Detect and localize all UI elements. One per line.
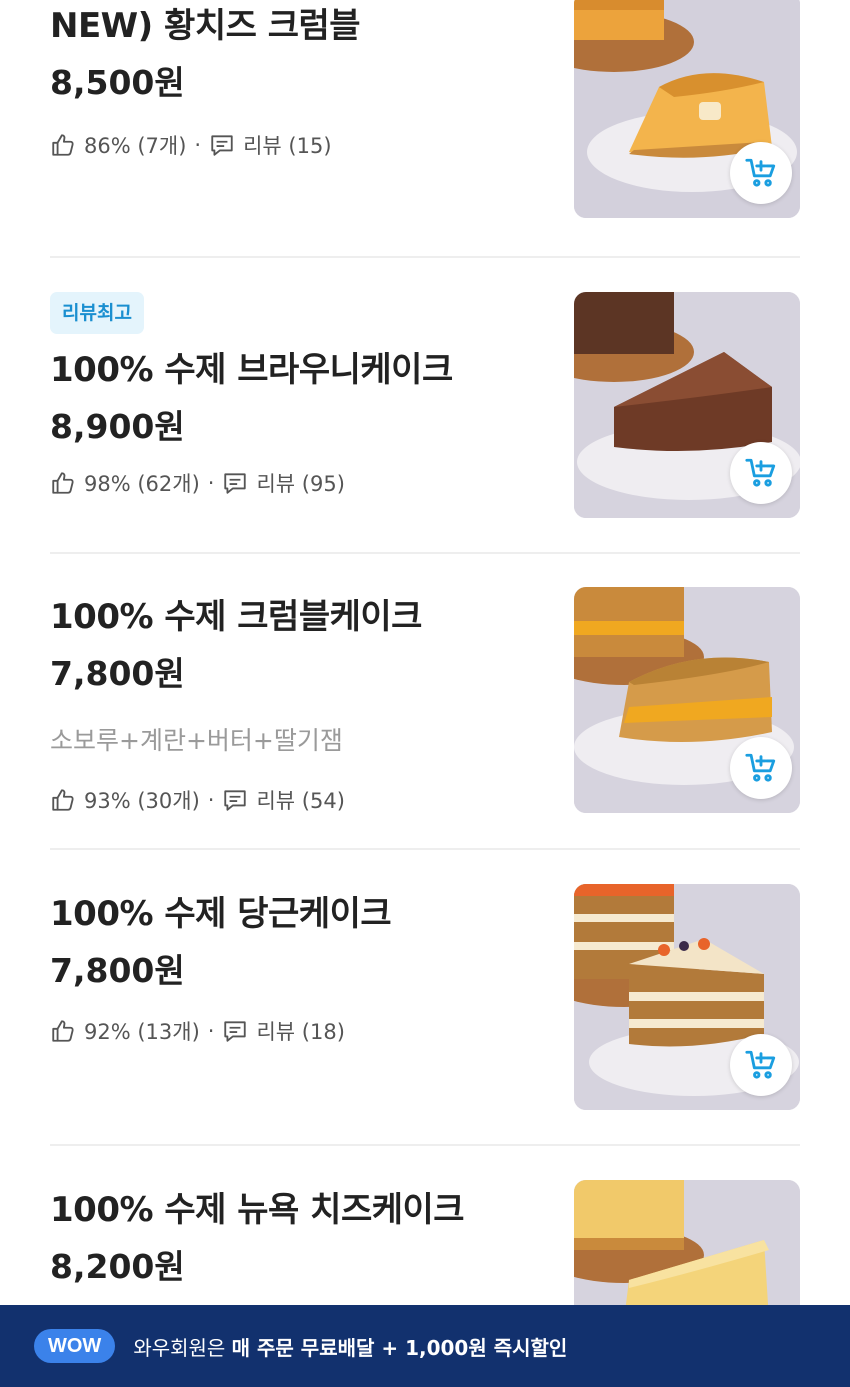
meta-separator: · xyxy=(207,471,215,495)
menu-item-hwang-cheese-crumble[interactable]: NEW) 황치즈 크럼블 8,500원 86% (7개) · 리뷰 (15) xyxy=(50,0,800,232)
like-rate: 86% (7개) xyxy=(84,134,187,158)
product-image[interactable] xyxy=(574,292,800,518)
review-count[interactable]: 리뷰 (54) xyxy=(256,785,344,815)
meta-separator: · xyxy=(207,788,215,812)
thumbs-up-icon xyxy=(52,789,74,811)
product-image[interactable] xyxy=(574,0,800,218)
product-image[interactable] xyxy=(574,884,800,1110)
wow-membership-banner[interactable]: WOW 와우회원은 매 주문 무료배달 + 1,000원 즉시할인 xyxy=(0,1305,850,1387)
item-divider xyxy=(50,848,800,850)
thumbs-up-icon xyxy=(52,1020,74,1042)
menu-item-name: 100% 수제 당근케이크 xyxy=(50,894,392,934)
item-divider xyxy=(50,1144,800,1146)
wow-text-prefix: 와우회원은 xyxy=(133,1335,232,1360)
like-rate: 92% (13개) xyxy=(84,1020,200,1044)
menu-item-meta: 98% (62개) · 리뷰 (95) xyxy=(50,466,345,500)
review-count[interactable]: 리뷰 (18) xyxy=(256,1016,344,1046)
wow-banner-text: 와우회원은 매 주문 무료배달 + 1,000원 즉시할인 xyxy=(133,1332,567,1361)
menu-item-price: 7,800원 xyxy=(50,951,185,990)
add-to-cart-button[interactable] xyxy=(730,142,792,204)
menu-item-price: 7,800원 xyxy=(50,654,185,693)
meta-separator: · xyxy=(194,133,202,157)
menu-item-name: NEW) 황치즈 크럼블 xyxy=(50,6,361,46)
cart-plus-icon xyxy=(745,458,776,487)
menu-item-crumble-cake[interactable]: 100% 수제 크럼블케이크 7,800원 소보루+계란+버터+딸기잼 93% … xyxy=(50,587,800,815)
comment-icon xyxy=(224,790,247,811)
menu-item-meta: 86% (7개) · 리뷰 (15) xyxy=(50,128,332,162)
best-review-badge: 리뷰최고 xyxy=(50,292,144,334)
comment-icon xyxy=(224,1021,247,1042)
thumbs-up-icon xyxy=(52,472,74,494)
cart-plus-icon xyxy=(745,753,776,782)
review-count[interactable]: 리뷰 (15) xyxy=(243,130,331,160)
comment-icon xyxy=(224,473,247,494)
wow-text-benefit: 매 주문 무료배달 + 1,000원 즉시할인 xyxy=(231,1335,568,1360)
thumbs-up-icon xyxy=(52,134,74,156)
menu-item-brownie-cake[interactable]: 리뷰최고 100% 수제 브라우니케이크 8,900원 98% (62개) · … xyxy=(50,292,800,520)
cart-plus-icon xyxy=(745,1050,776,1079)
add-to-cart-button[interactable] xyxy=(730,1034,792,1096)
review-count[interactable]: 리뷰 (95) xyxy=(256,468,344,498)
menu-item-price: 8,200원 xyxy=(50,1247,185,1286)
menu-item-name: 100% 수제 크럼블케이크 xyxy=(50,597,422,637)
menu-item-price: 8,500원 xyxy=(50,63,185,102)
item-divider xyxy=(50,552,800,554)
menu-item-description: 소보루+계란+버터+딸기잼 xyxy=(50,726,343,755)
menu-item-name: 100% 수제 뉴욕 치즈케이크 xyxy=(50,1190,465,1230)
meta-separator: · xyxy=(207,1019,215,1043)
like-rate: 98% (62개) xyxy=(84,472,200,496)
menu-item-name: 100% 수제 브라우니케이크 xyxy=(50,350,453,390)
product-image[interactable] xyxy=(574,1180,800,1305)
comment-icon xyxy=(211,135,233,156)
menu-item-meta: 93% (30개) · 리뷰 (54) xyxy=(50,783,345,817)
wow-badge: WOW xyxy=(34,1329,116,1363)
cake-photo xyxy=(574,1180,800,1305)
item-divider xyxy=(50,256,800,258)
menu-item-ny-cheesecake[interactable]: 100% 수제 뉴욕 치즈케이크 8,200원 xyxy=(50,1180,800,1305)
menu-item-price: 8,900원 xyxy=(50,407,185,446)
menu-item-meta: 92% (13개) · 리뷰 (18) xyxy=(50,1014,345,1048)
add-to-cart-button[interactable] xyxy=(730,442,792,504)
cart-plus-icon xyxy=(745,158,776,187)
menu-item-carrot-cake[interactable]: 100% 수제 당근케이크 7,800원 92% (13개) · 리뷰 (18) xyxy=(50,884,800,1112)
like-rate: 93% (30개) xyxy=(84,789,200,813)
add-to-cart-button[interactable] xyxy=(730,737,792,799)
product-image[interactable] xyxy=(574,587,800,813)
